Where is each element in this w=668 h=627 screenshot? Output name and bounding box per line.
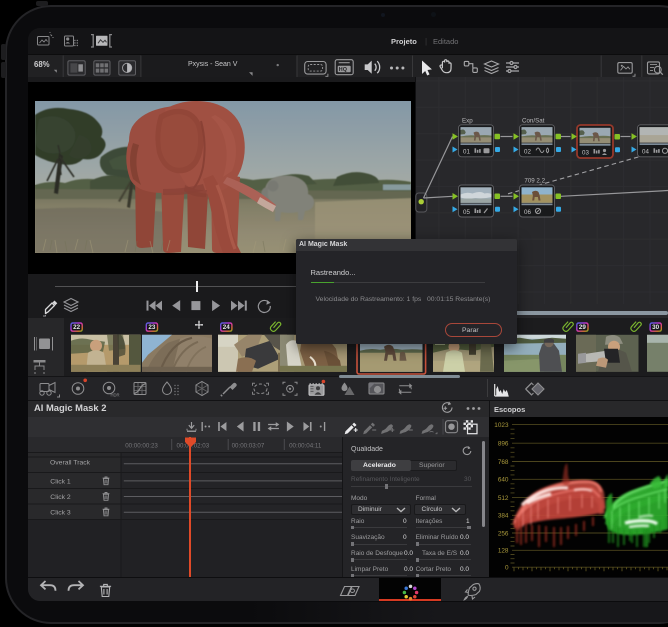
svg-text:Exp: Exp (462, 117, 473, 124)
svg-text:709 2.2: 709 2.2 (524, 177, 545, 184)
svg-text:06: 06 (524, 209, 531, 216)
svg-text:640: 640 (498, 477, 509, 484)
svg-text:Click 2: Click 2 (50, 494, 71, 501)
svg-text:512: 512 (498, 495, 509, 502)
svg-text:03: 03 (582, 149, 589, 156)
svg-text:00:00:04:11: 00:00:04:11 (289, 442, 322, 449)
svg-text:01: 01 (463, 149, 470, 156)
svg-text:896: 896 (498, 441, 509, 448)
svg-text:Click 3: Click 3 (50, 509, 71, 516)
svg-text:24: 24 (223, 324, 231, 331)
svg-text:1023: 1023 (494, 422, 509, 429)
svg-text:0: 0 (505, 565, 509, 572)
svg-text:HQ: HQ (339, 67, 347, 73)
svg-text:30: 30 (652, 324, 660, 331)
svg-text:00:00:00:23: 00:00:00:23 (125, 442, 158, 449)
svg-text:128: 128 (498, 548, 509, 555)
svg-text:256: 256 (498, 530, 509, 537)
svg-text:04: 04 (642, 149, 649, 156)
svg-text:384: 384 (498, 513, 509, 520)
svg-text:Click 1: Click 1 (50, 478, 71, 485)
svg-text:23: 23 (148, 324, 156, 331)
svg-text:768: 768 (498, 459, 509, 466)
svg-text:05: 05 (463, 209, 470, 216)
svg-text:HDR: HDR (111, 392, 120, 397)
svg-text:29: 29 (579, 324, 587, 331)
svg-text:02: 02 (524, 149, 531, 156)
svg-text:00:00:03:07: 00:00:03:07 (232, 442, 265, 449)
svg-text:22: 22 (73, 324, 81, 331)
svg-text:Con/Sat: Con/Sat (522, 117, 545, 124)
svg-text:Overall Track: Overall Track (50, 459, 91, 466)
